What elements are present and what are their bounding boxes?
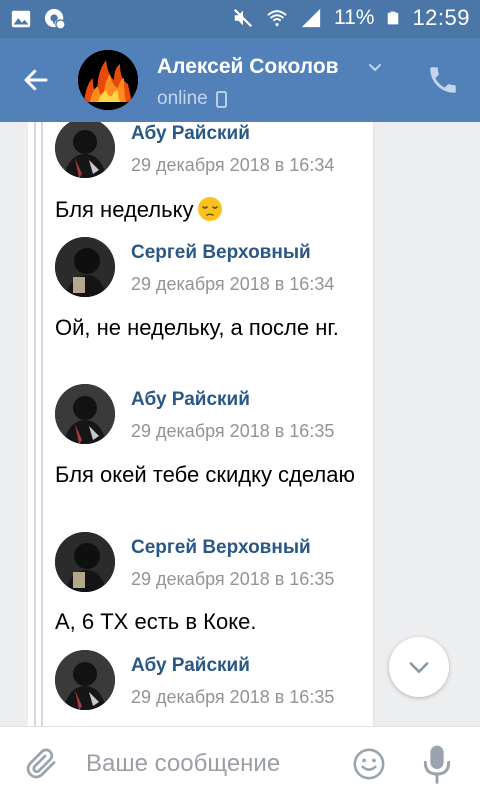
contact-name[interactable]: Алексей Соколов bbox=[157, 55, 339, 79]
image-notification-icon bbox=[11, 10, 31, 28]
status-clock: 12:59 bbox=[412, 5, 470, 30]
battery-icon bbox=[388, 11, 399, 25]
forwarded-timestamp: 29 декабря 2018 в 16:35 bbox=[131, 569, 335, 589]
forwarded-author-name[interactable]: Абу Райский bbox=[131, 389, 250, 411]
wifi-icon bbox=[267, 10, 287, 27]
forwarded-author-name[interactable]: Сергей Верховный bbox=[131, 537, 311, 559]
chat-header: Алексей Соколов online bbox=[0, 38, 480, 122]
author-avatar[interactable] bbox=[55, 532, 115, 592]
forwarded-timestamp: 29 декабря 2018 в 16:34 bbox=[131, 155, 335, 175]
forward-quote-line bbox=[41, 122, 43, 726]
author-avatar[interactable] bbox=[55, 122, 115, 178]
forwarded-timestamp: 29 декабря 2018 в 16:35 bbox=[131, 421, 335, 441]
forwarded-message-header: Сергей Верховный 29 декабря 2018 в 16:34 bbox=[55, 237, 373, 297]
person-avatar-image bbox=[55, 237, 115, 297]
paperclip-icon[interactable] bbox=[24, 746, 60, 782]
forwarded-message-body: Бля недельку bbox=[55, 197, 194, 222]
author-avatar[interactable] bbox=[55, 237, 115, 297]
phone-call-icon[interactable] bbox=[426, 63, 460, 97]
forwarded-message-text: А, 6 ТХ есть в Коке. bbox=[55, 609, 257, 634]
person-avatar-image bbox=[55, 650, 115, 710]
forwarded-author-name[interactable]: Абу Райский bbox=[131, 123, 250, 145]
back-button[interactable] bbox=[18, 62, 54, 98]
chevron-down-icon bbox=[409, 662, 429, 673]
scroll-to-bottom-button[interactable] bbox=[389, 637, 449, 697]
vpn-key-notification-icon bbox=[44, 8, 66, 30]
person-avatar-image bbox=[55, 384, 115, 444]
message-input[interactable] bbox=[86, 747, 336, 781]
smiley-icon[interactable] bbox=[352, 747, 386, 781]
forwarded-author-name[interactable]: Сергей Верховный bbox=[131, 242, 311, 264]
forward-quote-line bbox=[34, 122, 36, 726]
battery-percent: 11% bbox=[333, 6, 375, 29]
message-composer bbox=[0, 726, 480, 801]
author-avatar[interactable] bbox=[55, 384, 115, 444]
message-list[interactable]: Абу Райский 29 декабря 2018 в 16:34 Бля … bbox=[0, 122, 480, 726]
forwarded-message-text: Бля недельку bbox=[55, 194, 355, 225]
forwarded-timestamp: 29 декабря 2018 в 16:35 bbox=[131, 687, 335, 707]
online-status-text: online bbox=[157, 88, 208, 109]
forwarded-messages-card: Абу Райский 29 декабря 2018 в 16:34 Бля … bbox=[28, 122, 374, 726]
mute-icon bbox=[233, 8, 252, 28]
forwarded-message-header: Абу Райский 29 декабря 2018 в 16:34 bbox=[55, 122, 373, 178]
contact-avatar[interactable] bbox=[78, 50, 138, 110]
person-avatar-image bbox=[55, 532, 115, 592]
arrow-back-icon bbox=[24, 69, 48, 91]
pensive-face-emoji-icon bbox=[198, 197, 223, 221]
signal-icon bbox=[301, 8, 321, 28]
chevron-down-icon[interactable] bbox=[367, 60, 383, 76]
forwarded-author-name[interactable]: Абу Райский bbox=[131, 655, 250, 677]
status-bar: 11% 12:59 bbox=[0, 0, 480, 38]
person-avatar-image bbox=[55, 122, 115, 178]
forwarded-message-header: Абу Райский 29 декабря 2018 в 16:35 bbox=[55, 384, 373, 444]
forwarded-message-text: Ой, не недельку, а после нг. bbox=[55, 315, 339, 340]
contact-status: online bbox=[157, 88, 227, 110]
forwarded-timestamp: 29 декабря 2018 в 16:34 bbox=[131, 274, 335, 294]
forwarded-message-header: Абу Райский 29 декабря 2018 в 16:35 bbox=[55, 650, 373, 710]
mobile-online-icon bbox=[215, 90, 227, 108]
forwarded-message-header: Сергей Верховный 29 декабря 2018 в 16:35 bbox=[55, 532, 373, 592]
fire-avatar-image bbox=[78, 50, 138, 110]
microphone-icon[interactable] bbox=[422, 744, 452, 784]
author-avatar[interactable] bbox=[55, 650, 115, 710]
forwarded-message-text: Бля окей тебе скидку сделаю bbox=[55, 462, 355, 487]
